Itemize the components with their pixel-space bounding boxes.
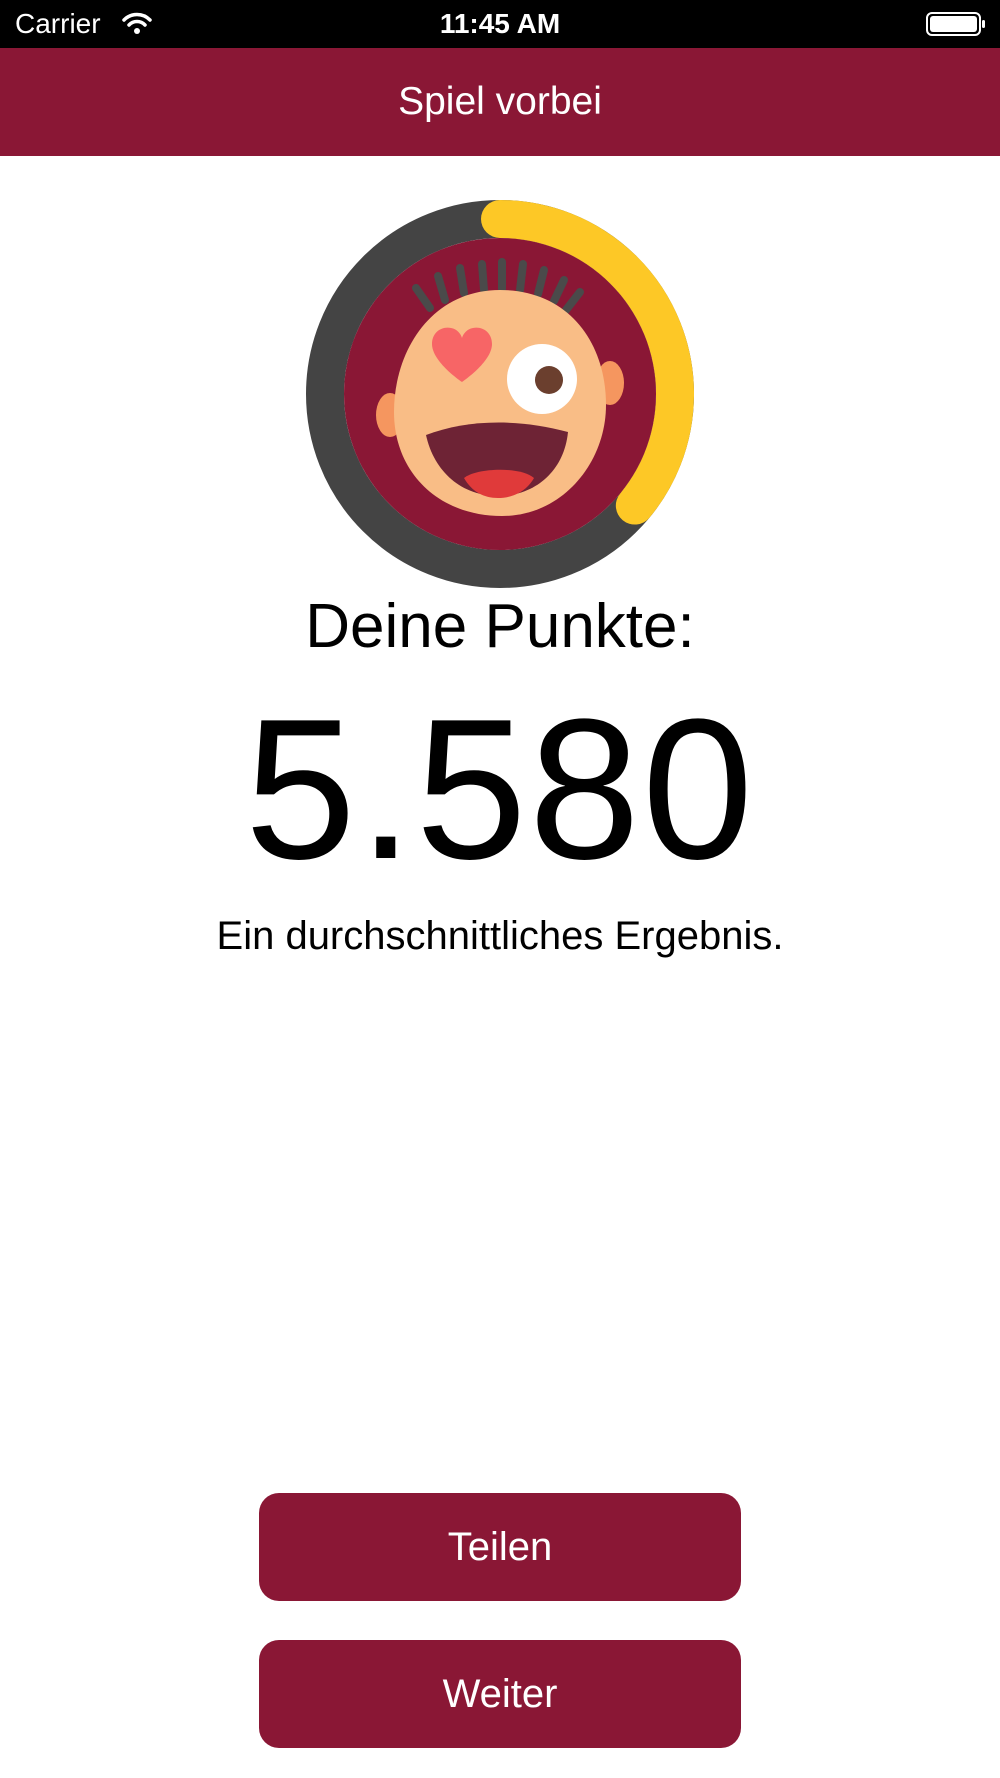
game-over-screen: Carrier 11:45 AM Spiel vorbei Deine Punk… [0, 0, 1000, 1778]
score-heading: Deine Punkte: [305, 592, 695, 661]
battery-icon [926, 12, 985, 36]
page-title: Spiel vorbei [398, 80, 602, 123]
score-value: 5.580 [244, 678, 756, 901]
navigation-bar: Spiel vorbei [0, 48, 1000, 156]
score-progress-ring [306, 200, 694, 588]
status-bar: Carrier 11:45 AM [0, 0, 1000, 48]
next-button[interactable]: Weiter [259, 1640, 741, 1748]
score-comment: Ein durchschnittliches Ergebnis. [216, 914, 784, 958]
share-button[interactable]: Teilen [259, 1493, 741, 1601]
status-time: 11:45 AM [439, 8, 561, 39]
